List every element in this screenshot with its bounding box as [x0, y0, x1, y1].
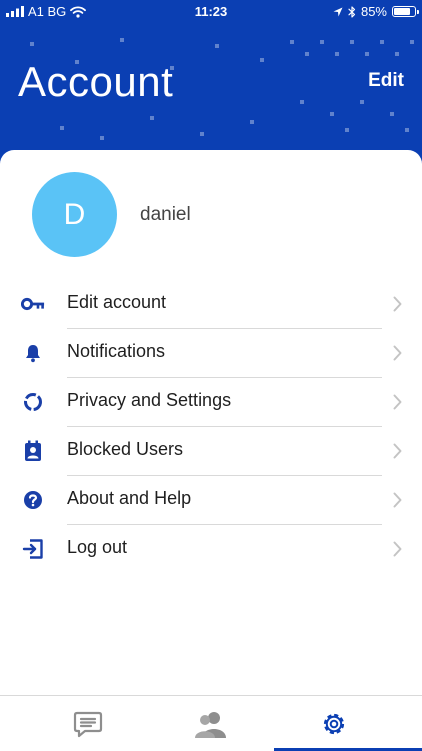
menu-label: Notifications: [67, 341, 166, 361]
chevron-right-icon: [393, 541, 402, 557]
chevron-right-icon: [393, 296, 402, 312]
chat-icon: [73, 711, 103, 737]
bluetooth-icon: [348, 5, 356, 18]
menu-label: Blocked Users: [67, 439, 184, 459]
status-bar: A1 BG 11:23 85%: [0, 0, 422, 24]
key-icon: [21, 292, 45, 316]
menu-item-log-out[interactable]: Log out: [0, 525, 422, 574]
avatar[interactable]: D: [32, 172, 117, 257]
privacy-icon: [21, 390, 45, 414]
avatar-initial: D: [63, 197, 86, 231]
battery-fill: [394, 8, 411, 15]
bell-icon: [21, 341, 45, 365]
gear-icon: [323, 713, 345, 734]
username: daniel: [140, 204, 191, 225]
menu-label: Log out: [67, 537, 128, 557]
header: A1 BG 11:23 85% Account Edit: [0, 0, 422, 175]
tab-bar: [0, 695, 422, 751]
battery-percent: 85%: [360, 4, 387, 19]
chevron-right-icon: [393, 492, 402, 508]
account-menu: Edit account Notifications Privacy and S…: [0, 280, 422, 574]
battery-icon: [392, 6, 419, 17]
account-card: D daniel Edit account Notifications Priv…: [0, 150, 422, 695]
menu-label: About and Help: [67, 488, 192, 508]
menu-item-notifications[interactable]: Notifications: [0, 329, 422, 378]
status-right: 85%: [333, 4, 419, 19]
menu-label: Privacy and Settings: [67, 390, 232, 410]
chevron-right-icon: [393, 443, 402, 459]
tab-contacts[interactable]: [141, 696, 281, 751]
tab-chats[interactable]: [18, 696, 158, 751]
menu-item-edit-account[interactable]: Edit account: [0, 280, 422, 329]
location-arrow-icon: [333, 7, 343, 16]
chevron-right-icon: [393, 394, 402, 410]
menu-item-about-help[interactable]: About and Help: [0, 476, 422, 525]
help-icon: [21, 488, 45, 512]
logout-icon: [21, 537, 45, 561]
chevron-right-icon: [393, 345, 402, 361]
menu-label: Edit account: [67, 292, 167, 312]
menu-item-blocked-users[interactable]: Blocked Users: [0, 427, 422, 476]
contacts-icon: [195, 711, 226, 738]
edit-button[interactable]: Edit: [368, 70, 404, 92]
blocked-user-icon: [21, 439, 45, 463]
menu-item-privacy-settings[interactable]: Privacy and Settings: [0, 378, 422, 427]
page-title: Account: [18, 58, 174, 105]
tab-settings[interactable]: [264, 696, 404, 751]
